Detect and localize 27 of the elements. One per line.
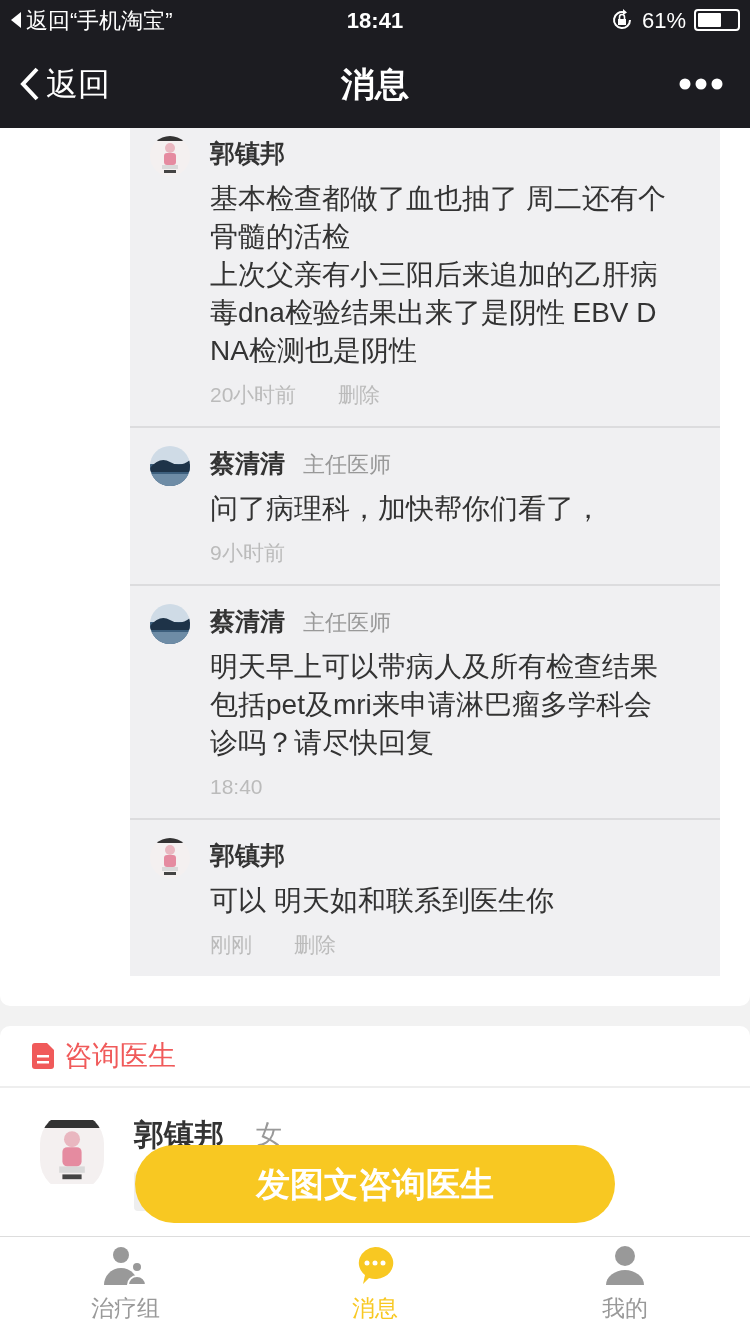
team-icon <box>104 1245 146 1286</box>
battery-percent: 61% <box>641 6 686 35</box>
tab[interactable]: 治疗组 <box>0 1237 250 1334</box>
back-app-link[interactable]: 返回“手机淘宝” <box>10 3 173 37</box>
tab[interactable]: 消息 <box>250 1237 500 1334</box>
page-title: 消息 <box>341 63 409 105</box>
comment-text: 问了病理科，加快帮你们看了， <box>210 492 603 526</box>
author-name: 郭镇邦 <box>210 840 285 872</box>
comment-text: 基本检查都做了血也抽了 周二还有个骨髓的活检 <box>210 182 667 254</box>
doctor-title: 主任医师 <box>303 608 391 637</box>
author-name: 蔡清清 <box>210 606 285 638</box>
chevron-left-icon <box>20 67 40 101</box>
document-icon <box>32 1043 54 1069</box>
battery-icon <box>694 9 740 31</box>
user-icon <box>605 1245 645 1286</box>
more-icon[interactable] <box>679 78 723 90</box>
tab[interactable]: 我的 <box>500 1237 750 1334</box>
comment-text: 明天早上可以带病人及所有检查结果包括pet及mri来申请淋巴瘤多学科会诊吗？请尽快回复 <box>210 650 659 760</box>
comment-text: 上次父亲有小三阳后来追加的乙肝病毒dna检验结果出来了是阴性 EBV DNA检测也是阴性 <box>210 258 659 368</box>
comment-text: 可以 明天如和联系到医生你 <box>210 884 555 918</box>
author-name: 郭镇邦 <box>210 138 285 170</box>
author-name: 蔡清清 <box>210 448 285 480</box>
clock-time: 18:41 <box>346 6 404 35</box>
doctor-title: 主任医师 <box>303 450 391 479</box>
section-title: 咨询医生 <box>64 1039 176 1073</box>
back-arrow-icon <box>10 11 22 29</box>
back-button[interactable]: 返回 <box>20 60 110 108</box>
